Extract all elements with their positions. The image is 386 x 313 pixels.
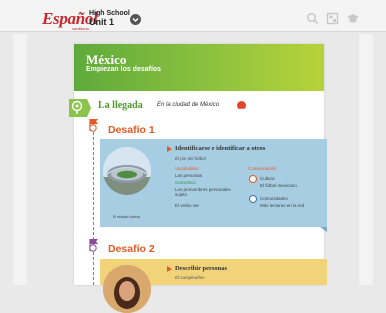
timeline-line (93, 122, 94, 285)
stadium-caption: El estadio Azteca (113, 215, 140, 219)
desafio-2-card-subtitle: El cumpleaños (175, 275, 205, 280)
courses-button[interactable] (346, 12, 359, 25)
cultura-label[interactable]: Cultura (260, 176, 275, 181)
play-icon (167, 266, 172, 272)
desafio-2-label[interactable]: Desafío 2 (108, 243, 155, 255)
desafio-1-card-title[interactable]: Identificarse e identificar a otros (175, 145, 265, 152)
course-title: High School Unit 1 (89, 10, 130, 27)
graduation-cap-icon (347, 14, 359, 23)
unit-subtitle: Empiezan los desafíos (86, 66, 162, 73)
flag-clock-icon (89, 119, 98, 132)
gramatica-heading: Gramática (175, 180, 196, 185)
search-icon (306, 12, 319, 25)
course-level: High School (89, 10, 130, 17)
cultura-badge-icon (249, 175, 257, 183)
minus-icon (239, 108, 244, 111)
search-button[interactable] (306, 12, 319, 25)
desafio-1-card-subtitle: El pie del fútbol (175, 156, 206, 161)
vocabulario-item: Las personas (175, 173, 203, 178)
desafio-2-card-title[interactable]: Describir personas (175, 265, 227, 272)
llegada-subtitle: En la ciudad de México (157, 102, 220, 108)
left-rail (13, 34, 27, 285)
comunidades-topic: Más lecturas en la red (260, 203, 305, 208)
vocabulario-heading: Vocabulario (175, 166, 199, 171)
grid-icon (326, 12, 339, 25)
comunicacion-heading: Comunicación (248, 166, 277, 171)
gramatica-item: El verbo ser (175, 203, 200, 208)
brand-sublogo: santillana (72, 26, 89, 31)
person-image (103, 265, 151, 313)
grid-button[interactable] (326, 12, 339, 25)
comunidades-label[interactable]: Comunidades (260, 196, 288, 201)
right-rail (359, 34, 373, 285)
play-icon (167, 146, 172, 152)
unit-dropdown-button[interactable] (130, 14, 141, 25)
location-pin-icon (69, 99, 91, 117)
llegada-toggle-button[interactable] (237, 101, 246, 111)
cultura-topic: El fútbol mexicano (260, 183, 297, 188)
desafio-1-label[interactable]: Desafío 1 (108, 124, 155, 136)
comunidades-badge-icon (249, 195, 257, 203)
course-unit: Unit 1 (89, 17, 115, 27)
chevron-down-icon (132, 18, 139, 22)
llegada-title: La llegada (98, 100, 143, 111)
gramatica-item: Los pronombres personales sujeto (175, 187, 231, 197)
flag-clock-icon (89, 239, 98, 252)
stadium-image (103, 147, 151, 195)
